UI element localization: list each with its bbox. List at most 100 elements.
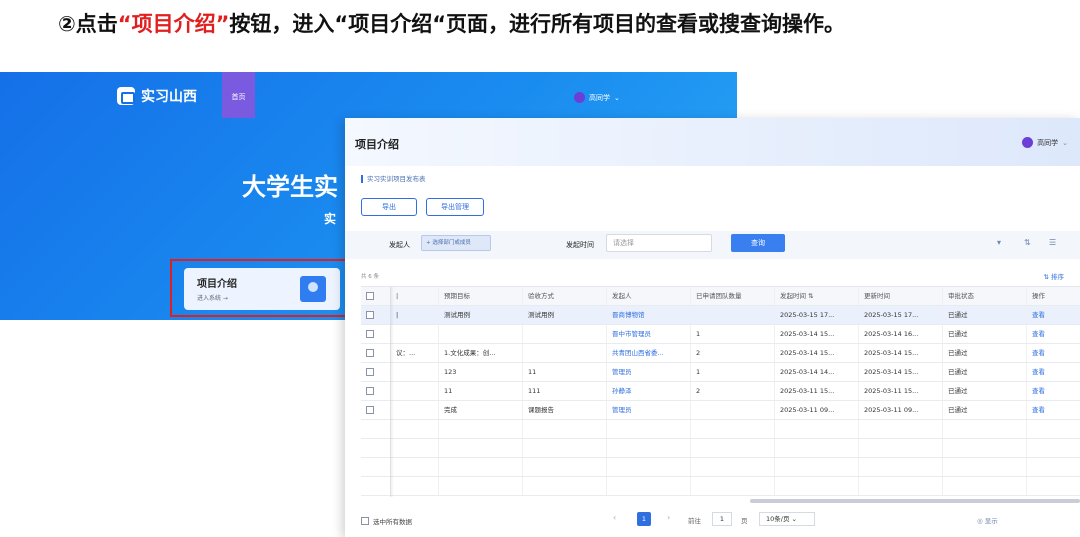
initiator-link[interactable]: 管理员: [607, 363, 691, 381]
highlight-box: [170, 259, 350, 317]
initiator-label: 发起人: [389, 241, 410, 249]
page-unit-label: 页: [741, 517, 748, 525]
avatar: [1022, 137, 1034, 148]
table-row[interactable]: 完成 课题报告 管理员 2025-03-11 09... 2025-03-11 …: [361, 401, 1080, 420]
status-cell: 已通过: [943, 344, 1027, 362]
table-row[interactable]: | 测试用例 测试用例 晋商博物馆 2025-03-15 17... 2025-…: [361, 306, 1080, 325]
select-all[interactable]: 选中所有数据: [361, 516, 412, 526]
home-user-menu[interactable]: 高同学 ⌄: [574, 92, 620, 103]
table-cell: [523, 325, 607, 343]
record-count: 共 6 条: [361, 274, 379, 280]
current-page-button[interactable]: 1: [637, 512, 651, 526]
table-row[interactable]: 11 111 孙静泽 2 2025-03-11 15... 2025-03-11…: [361, 382, 1080, 401]
empty-row: [361, 458, 1080, 477]
empty-row: [361, 439, 1080, 458]
table-cell: 完成: [439, 401, 523, 419]
prev-page-icon[interactable]: ‹: [613, 513, 616, 522]
horizontal-scrollbar[interactable]: [750, 499, 1080, 503]
table-cell: [523, 344, 607, 362]
table-cell: 测试用例: [523, 306, 607, 324]
view-link[interactable]: 查看: [1027, 401, 1080, 419]
initiator-link[interactable]: 孙静泽: [607, 382, 691, 400]
table-row[interactable]: 123 11 管理员 1 2025-03-14 14... 2025-03-14…: [361, 363, 1080, 382]
hero-title: 大学生实: [242, 173, 338, 201]
sort-button[interactable]: ⇅ 排序: [1043, 271, 1064, 281]
initiator-link[interactable]: 晋商博物馆: [607, 306, 691, 324]
row-checkbox-cell[interactable]: [361, 401, 391, 419]
checkbox[interactable]: [366, 406, 374, 414]
checkbox[interactable]: [366, 349, 374, 357]
avatar: [574, 92, 585, 103]
next-page-icon[interactable]: ›: [667, 513, 670, 522]
collapse-icon[interactable]: ▾: [997, 238, 1001, 247]
initiator-link[interactable]: 共青团山西省委...: [607, 344, 691, 362]
checkbox[interactable]: [361, 517, 369, 525]
settings-icon[interactable]: ☰: [1049, 238, 1056, 247]
table-cell: 2025-03-11 15...: [775, 382, 859, 400]
table-cell: 2025-03-11 15...: [859, 382, 943, 400]
checkbox[interactable]: [366, 368, 374, 376]
view-link[interactable]: 查看: [1027, 382, 1080, 400]
nav-tab-home[interactable]: 首页: [222, 72, 255, 118]
empty-row: [361, 420, 1080, 439]
checkbox[interactable]: [366, 330, 374, 338]
status-cell: 已通过: [943, 325, 1027, 343]
goto-label: 前往: [688, 517, 701, 525]
table-cell: 2: [691, 382, 775, 400]
table-cell: [391, 325, 439, 343]
instruction-highlight: “项目介绍”: [117, 12, 230, 36]
initiator-link[interactable]: 晋中市管理员: [607, 325, 691, 343]
table-cell: 123: [439, 363, 523, 381]
site-logo[interactable]: 实习山西: [117, 86, 197, 106]
header-cell: |: [391, 287, 439, 305]
table-row[interactable]: 议：... 1.文化成果：创... 共青团山西省委... 2 2025-03-1…: [361, 344, 1080, 363]
view-link[interactable]: 查看: [1027, 363, 1080, 381]
table-cell: 2025-03-14 16...: [859, 325, 943, 343]
header-cell: 发起人: [607, 287, 691, 305]
checkbox[interactable]: [366, 311, 374, 319]
table-cell: [391, 382, 439, 400]
columns-icon[interactable]: ⇅: [1024, 238, 1031, 247]
query-button[interactable]: 查询: [731, 234, 785, 252]
initiator-link[interactable]: 管理员: [607, 401, 691, 419]
row-checkbox-cell[interactable]: [361, 306, 391, 324]
header-cell: 更新时间: [859, 287, 943, 305]
instruction-prefix: ②点击: [58, 12, 118, 36]
panel-user-menu[interactable]: 高同学 ⌄: [1022, 137, 1068, 148]
table-footer: 选中所有数据 ‹ 1 › 前往 1 页 10条/页 ⌄ ◎ 显示: [345, 510, 1080, 532]
row-checkbox-cell[interactable]: [361, 325, 391, 343]
checkbox[interactable]: [366, 292, 374, 300]
page-jump-input[interactable]: 1: [712, 512, 732, 526]
header-cell: 审批状态: [943, 287, 1027, 305]
header-cell: 已申请团队数量: [691, 287, 775, 305]
view-link[interactable]: 查看: [1027, 344, 1080, 362]
header-checkbox-cell[interactable]: [361, 287, 391, 305]
table-cell: 2025-03-14 14...: [775, 363, 859, 381]
header-cell: 预期目标: [439, 287, 523, 305]
status-cell: 已通过: [943, 363, 1027, 381]
date-picker[interactable]: 请选择: [606, 234, 712, 252]
header-cell: 验收方式: [523, 287, 607, 305]
table-row[interactable]: 晋中市管理员 1 2025-03-14 15... 2025-03-14 16.…: [361, 325, 1080, 344]
checkbox[interactable]: [366, 387, 374, 395]
export-button[interactable]: 导出: [361, 198, 417, 216]
hero-subtitle: 实: [324, 212, 337, 226]
status-cell: 已通过: [943, 401, 1027, 419]
table-header: | 预期目标 验收方式 发起人 已申请团队数量 发起时间 ⇅ 更新时间 审批状态…: [361, 287, 1080, 306]
initiator-picker[interactable]: + 选择部门或成员: [421, 235, 491, 251]
table-cell: 111: [523, 382, 607, 400]
row-checkbox-cell[interactable]: [361, 363, 391, 381]
export-manage-button[interactable]: 导出管理: [426, 198, 484, 216]
table-cell: 2025-03-11 09...: [775, 401, 859, 419]
page-size-select[interactable]: 10条/页 ⌄: [759, 512, 815, 526]
logo-text: 实习山西: [141, 89, 197, 105]
table-cell: 2: [691, 344, 775, 362]
view-link[interactable]: 查看: [1027, 306, 1080, 324]
row-checkbox-cell[interactable]: [361, 344, 391, 362]
row-checkbox-cell[interactable]: [361, 382, 391, 400]
view-link[interactable]: 查看: [1027, 325, 1080, 343]
table-cell: 11: [523, 363, 607, 381]
header-cell-sortable[interactable]: 发起时间 ⇅: [775, 287, 859, 305]
display-toggle[interactable]: ◎ 显示: [977, 515, 998, 525]
table-cell: 议：...: [391, 344, 439, 362]
